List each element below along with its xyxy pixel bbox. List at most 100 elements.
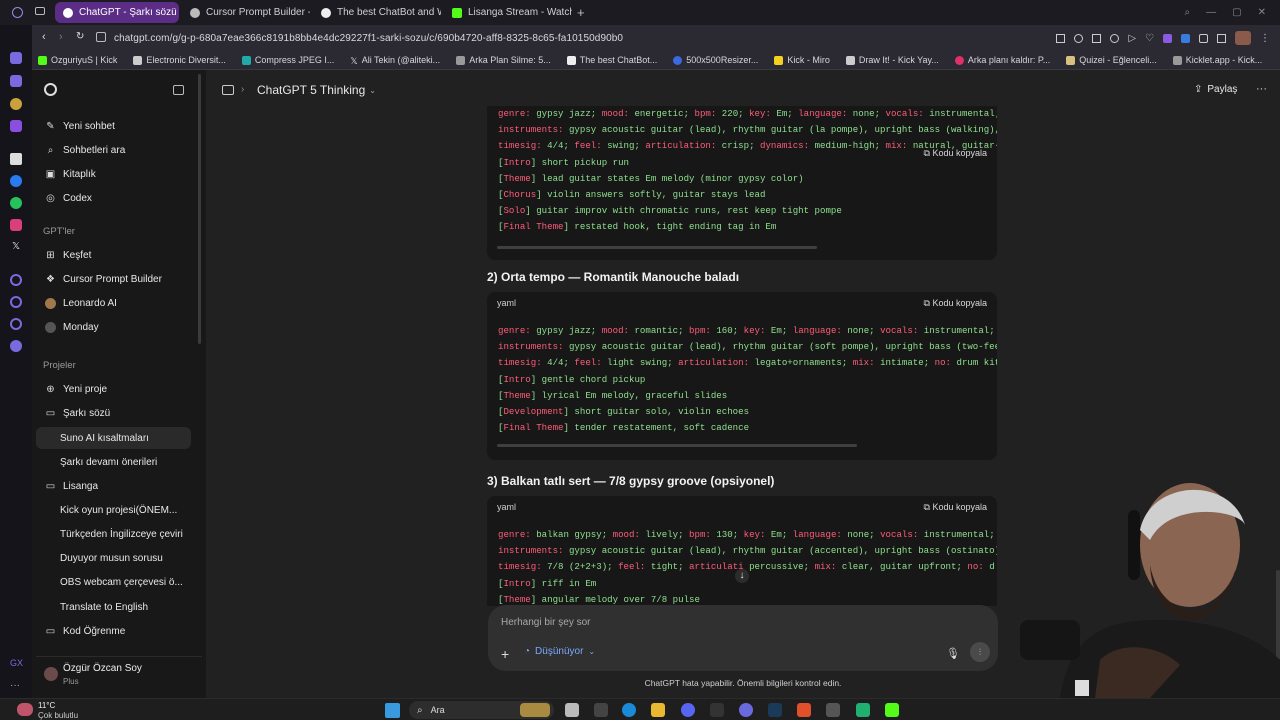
taskbar-search[interactable]: ⌕ Ara xyxy=(409,701,554,719)
profile-avatar[interactable] xyxy=(1235,31,1251,45)
gpt-cursor-prompt-builder[interactable]: ❖ Cursor Prompt Builder xyxy=(43,268,191,290)
project-folder-icon[interactable] xyxy=(222,85,234,95)
bookmark-item[interactable]: Quizei - Eğlenceli... xyxy=(1066,55,1157,65)
add-attachment-icon[interactable]: + xyxy=(501,646,509,662)
microphone-icon[interactable]: 🎙 xyxy=(946,647,960,660)
codex-button[interactable]: ◎ Codex xyxy=(43,187,191,209)
sidebar-scrollbar[interactable] xyxy=(198,74,201,344)
more-dots-icon[interactable]: ··· xyxy=(10,680,22,692)
copy-code-button[interactable]: ⧉ Kodu kopyala xyxy=(924,502,987,513)
browser-menu-icon[interactable]: ⋮ xyxy=(1260,33,1270,44)
bookmark-item[interactable]: Kicklet.app - Kick... xyxy=(1172,55,1262,65)
url-field[interactable]: chatgpt.com/g/g-p-680a7eae366c8191b8bb4e… xyxy=(114,33,623,44)
bookmark-item[interactable]: Compress JPEG I... xyxy=(241,55,334,65)
opera-menu-icon[interactable] xyxy=(12,7,23,18)
download-icon[interactable] xyxy=(1217,33,1226,43)
discord-icon[interactable] xyxy=(681,703,695,717)
pin-icon[interactable] xyxy=(1074,33,1084,43)
tab-islands-icon[interactable] xyxy=(35,7,45,15)
chat-translate[interactable]: Translate to English xyxy=(43,596,191,618)
thinking-mode-selector[interactable]: ◔ Düşünüyor ⌄ xyxy=(524,646,595,657)
extensions-icon[interactable] xyxy=(10,318,22,330)
chat-suno-ai[interactable]: Suno AI kısaltmaları xyxy=(36,427,191,449)
bookmark-item[interactable]: Arka planı kaldır: P... xyxy=(954,55,1050,65)
chat-kick-oyun[interactable]: Kick oyun projesi(ÖNEM... xyxy=(43,499,191,521)
bookmark-item[interactable]: The best ChatBot... xyxy=(566,55,657,65)
messenger-app-icon[interactable] xyxy=(739,703,753,717)
instagram-icon[interactable] xyxy=(10,219,22,231)
tab-lisanga[interactable]: Lisanga Stream - Watch L xyxy=(444,2,572,23)
gx-icon[interactable]: GX xyxy=(10,658,23,670)
openai-logo-icon[interactable] xyxy=(44,83,57,96)
lightbulb-icon[interactable] xyxy=(10,98,22,110)
project-lisanga[interactable]: ▭ Lisanga xyxy=(43,475,191,497)
bookmark-item[interactable]: Kick - Miro xyxy=(774,55,830,65)
weather-icon[interactable] xyxy=(17,703,33,716)
back-icon[interactable]: ‹ xyxy=(42,31,46,43)
app-green-icon[interactable] xyxy=(856,703,870,717)
reload-icon[interactable]: ↻ xyxy=(76,31,84,42)
twitch-icon[interactable] xyxy=(10,120,22,132)
scroll-down-button[interactable]: ↓ xyxy=(735,569,749,583)
project-kod-ogrenme[interactable]: ▭ Kod Öğrenme xyxy=(43,620,191,642)
chat-obs-webcam[interactable]: OBS webcam çerçevesi ö... xyxy=(43,571,191,593)
model-selector[interactable]: ChatGPT 5 Thinking ⌄ xyxy=(257,83,376,97)
messenger-icon[interactable] xyxy=(10,175,22,187)
code-hscrollbar[interactable] xyxy=(487,244,997,252)
copy-code-button[interactable]: ⧉ Kodu kopyala xyxy=(924,148,987,159)
play-icon[interactable]: ▷ xyxy=(1128,33,1136,44)
gpt-monday[interactable]: Monday xyxy=(43,316,191,338)
app-icon[interactable] xyxy=(710,703,724,717)
user-menu[interactable]: Özgür Özcan Soy Plus xyxy=(36,656,202,692)
close-window-icon[interactable]: ✕ xyxy=(1258,7,1266,18)
steam-icon[interactable] xyxy=(768,703,782,717)
aria-icon[interactable] xyxy=(10,52,22,64)
player-icon[interactable] xyxy=(10,274,22,286)
explore-gpts-button[interactable]: ⊞ Keşfet xyxy=(43,244,191,266)
vpn-icon[interactable] xyxy=(1110,33,1120,43)
new-chat-button[interactable]: ✎ Yeni sohbet xyxy=(43,115,191,137)
apps-icon[interactable] xyxy=(10,153,22,165)
split-view-icon[interactable] xyxy=(1056,33,1066,43)
history-icon[interactable] xyxy=(10,296,22,308)
tab-chatbot[interactable]: The best ChatBot and Wr xyxy=(313,2,441,23)
chat-sarki-devami[interactable]: Şarkı devamı önerileri xyxy=(43,451,191,473)
settings-icon[interactable] xyxy=(10,340,22,352)
project-sarki-sozu[interactable]: ▭ Şarkı sözü xyxy=(43,402,191,424)
heart-icon[interactable]: ♡ xyxy=(1145,33,1154,44)
new-tab-icon[interactable]: + xyxy=(577,5,585,20)
new-project-button[interactable]: ⊕ Yeni proje xyxy=(43,378,191,400)
bookmark-item[interactable]: Electronic Diversit... xyxy=(133,55,226,65)
task-view-icon[interactable] xyxy=(565,703,579,717)
bookmark-item[interactable]: Draw It! - Kick Yay... xyxy=(845,55,939,65)
voice-mode-icon[interactable]: ⫶ xyxy=(970,642,990,662)
brave-icon[interactable] xyxy=(797,703,811,717)
extensions-puzzle-icon[interactable] xyxy=(1199,33,1208,43)
opera-gx-icon[interactable] xyxy=(826,703,840,717)
windows-start-icon[interactable] xyxy=(385,703,400,718)
edge-icon[interactable] xyxy=(622,703,636,717)
kick-app-icon[interactable] xyxy=(885,703,899,717)
site-info-icon[interactable] xyxy=(96,32,106,42)
tab-cursor-prompt[interactable]: Cursor Prompt Builder - C xyxy=(182,2,310,23)
chat-turkce-ingilizce[interactable]: Türkçeden İngilizceye çeviri xyxy=(43,523,191,545)
copy-code-button[interactable]: ⧉ Kodu kopyala xyxy=(924,298,987,309)
more-options-icon[interactable]: ··· xyxy=(1256,83,1267,95)
bookmark-item[interactable]: OzguriyuS | Kick xyxy=(38,55,117,65)
extension-b-icon[interactable] xyxy=(1181,33,1190,43)
prompt-input[interactable]: Herhangi bir şey sor xyxy=(501,617,590,628)
bookmark-item[interactable]: Arka Plan Silme: 5... xyxy=(456,55,551,65)
maximize-icon[interactable]: ▢ xyxy=(1232,7,1241,18)
bookmark-item[interactable]: 𝕏 Ali Tekin (@aliteki... xyxy=(350,55,440,66)
file-explorer-icon[interactable] xyxy=(651,703,665,717)
search-tabs-icon[interactable]: ⌕ xyxy=(1185,7,1191,18)
minimize-icon[interactable]: — xyxy=(1206,7,1216,18)
bookmark-item[interactable]: 500x500Resizer... xyxy=(673,55,758,65)
extension-a-icon[interactable] xyxy=(1163,33,1172,43)
code-hscrollbar[interactable] xyxy=(487,442,997,450)
snapshot-icon[interactable] xyxy=(1092,33,1102,43)
gpt-leonardo-ai[interactable]: Leonardo AI xyxy=(43,292,191,314)
tab-chatgpt[interactable]: ChatGPT - Şarkı sözü xyxy=(55,2,179,23)
workspace-icon[interactable] xyxy=(10,75,22,87)
toggle-sidebar-icon[interactable] xyxy=(173,85,184,95)
